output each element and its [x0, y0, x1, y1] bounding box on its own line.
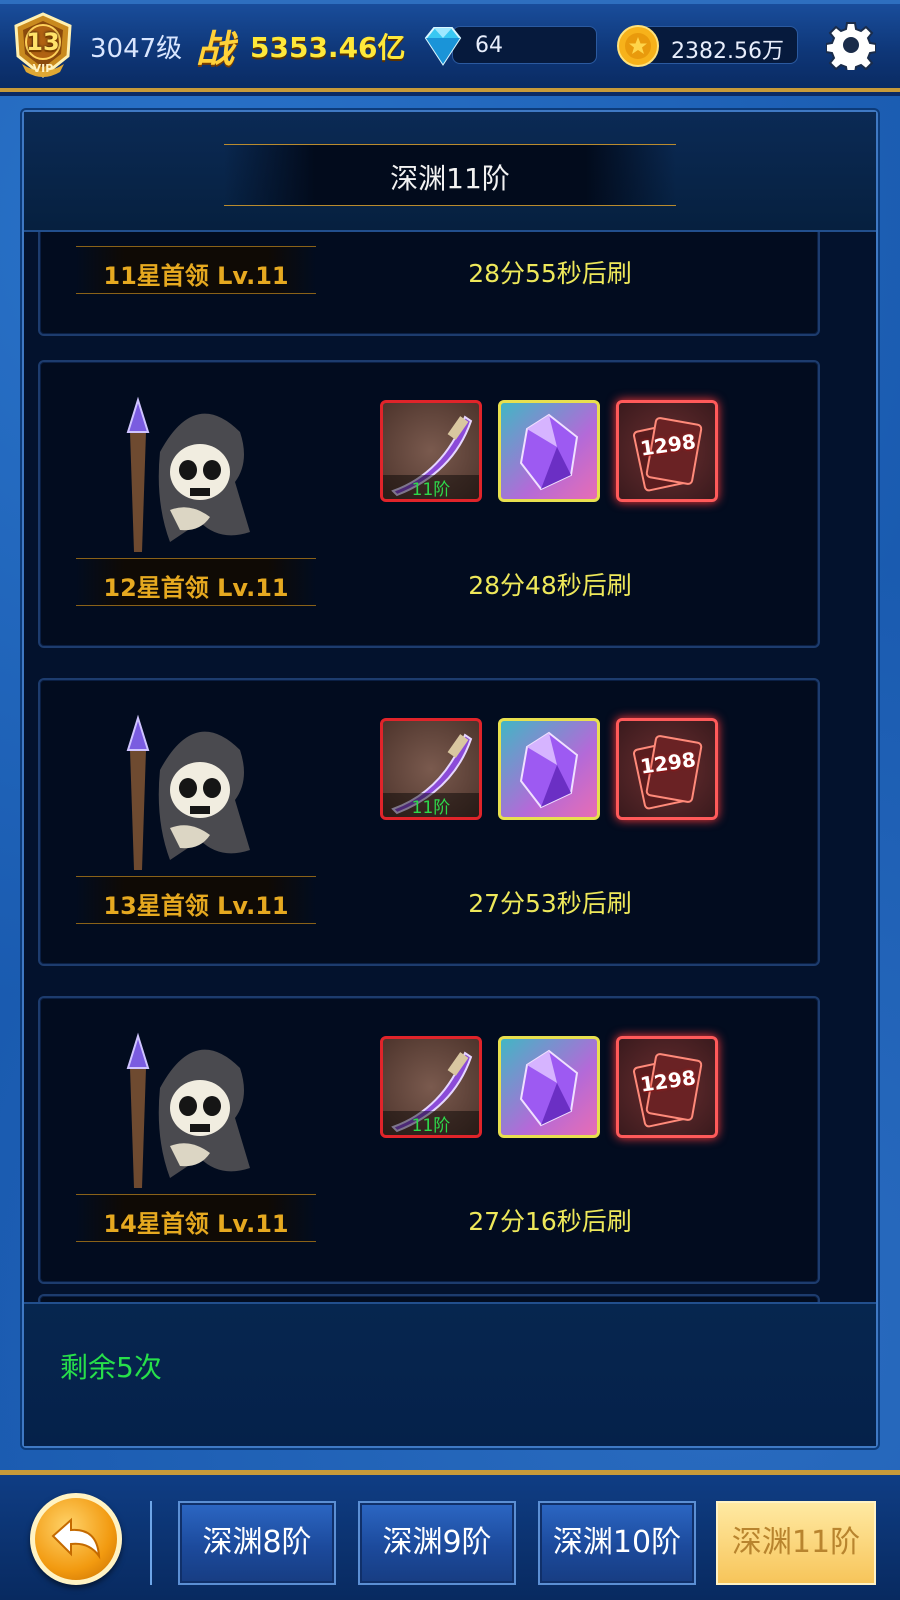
tier-tag: 11阶: [383, 475, 479, 499]
reaper-boss-portrait: [100, 1028, 270, 1198]
reaper-icon: [126, 1032, 250, 1188]
gem-value: 64: [475, 33, 503, 58]
refresh-timer: 27分16秒后刷: [468, 1207, 632, 1236]
boss-name: 14星首领 Lv.11: [103, 1210, 289, 1238]
combat-power: 5353.46亿: [250, 31, 406, 64]
boss-name: 11星首领 Lv.11: [103, 262, 289, 290]
top-status-bar: 13 VIP 3047级 战 5353.46亿 64 2382.56万: [0, 0, 900, 92]
purple-crystal-icon: [519, 413, 579, 491]
player-level: 3047级: [90, 34, 183, 64]
tab-divider: [150, 1501, 152, 1585]
reward-crystal[interactable]: [498, 1036, 600, 1138]
gold-value: 2382.56万: [671, 39, 784, 64]
tier-tag: 11阶: [383, 1111, 479, 1135]
reaper-icon: [126, 714, 250, 870]
title-plate: 深渊11阶: [224, 144, 676, 206]
reward-card-bundle[interactable]: 1298: [616, 718, 718, 820]
reaper-boss-portrait: [100, 710, 270, 880]
back-arrow-icon: [51, 1517, 101, 1560]
reward-weapon[interactable]: 11阶: [380, 400, 482, 502]
boss-name-plate: 12星首领 Lv.11: [76, 558, 316, 606]
purple-crystal-icon: [519, 731, 579, 809]
boss-name-plate: 13星首领 Lv.11: [76, 876, 316, 924]
vip-label: VIP: [32, 62, 54, 75]
gem-counter[interactable]: 64: [452, 26, 597, 64]
bottom-tab-bar: 深渊8阶 深渊9阶 深渊10阶 深渊11阶: [0, 1470, 900, 1600]
remaining-attempts: 剩余5次: [60, 1351, 162, 1384]
reward-card-bundle[interactable]: 1298: [616, 400, 718, 502]
boss-name: 13星首领 Lv.11: [103, 892, 289, 920]
boss-card[interactable]: 11阶 1298 14星首领 Lv.11 27分16秒后刷: [38, 996, 820, 1284]
reward-crystal[interactable]: [498, 718, 600, 820]
main-stage: 深渊11阶 11星首领 Lv.11 28分55秒后刷 11阶 1298 12星首…: [0, 96, 900, 1470]
panel-header: 深渊11阶: [24, 112, 876, 232]
reward-weapon[interactable]: 11阶: [380, 718, 482, 820]
purple-crystal-icon: [519, 1049, 579, 1127]
refresh-timer: 27分53秒后刷: [468, 889, 632, 918]
abyss-panel: 深渊11阶 11星首领 Lv.11 28分55秒后刷 11阶 1298 12星首…: [22, 110, 878, 1448]
reward-card-bundle[interactable]: 1298: [616, 1036, 718, 1138]
refresh-timer: 28分48秒后刷: [468, 571, 632, 600]
boss-list[interactable]: 11星首领 Lv.11 28分55秒后刷 11阶 1298 12星首领 Lv.1…: [24, 232, 876, 1302]
boss-name-plate: 11星首领 Lv.11: [76, 246, 316, 294]
reaper-icon: [126, 396, 250, 552]
reward-weapon[interactable]: 11阶: [380, 1036, 482, 1138]
settings-gear-icon[interactable]: [826, 20, 876, 70]
tab-abyss-11[interactable]: 深渊11阶: [716, 1501, 876, 1585]
diamond-icon: [424, 27, 462, 66]
vip-badge[interactable]: 13 VIP: [8, 12, 78, 78]
boss-card[interactable]: [38, 1294, 820, 1302]
reaper-boss-portrait: [100, 392, 270, 562]
tier-tag: 11阶: [383, 793, 479, 817]
gold-coin-icon: [617, 25, 659, 67]
vip-level: 13: [26, 28, 60, 56]
boss-card[interactable]: 11阶 1298 12星首领 Lv.11 28分48秒后刷: [38, 360, 820, 648]
boss-name-plate: 14星首领 Lv.11: [76, 1194, 316, 1242]
tab-abyss-10[interactable]: 深渊10阶: [538, 1501, 696, 1585]
gold-counter[interactable]: 2382.56万: [640, 26, 798, 64]
power-glyph: 战: [196, 26, 235, 71]
back-button[interactable]: [30, 1493, 122, 1585]
reward-crystal[interactable]: [498, 400, 600, 502]
tab-abyss-9[interactable]: 深渊9阶: [358, 1501, 516, 1585]
boss-card[interactable]: 11阶 1298 13星首领 Lv.11 27分53秒后刷: [38, 678, 820, 966]
boss-name: 12星首领 Lv.11: [103, 574, 289, 602]
refresh-timer: 28分55秒后刷: [468, 259, 632, 288]
panel-title: 深渊11阶: [390, 162, 510, 195]
panel-footer: 剩余5次: [24, 1302, 876, 1446]
boss-card[interactable]: 11星首领 Lv.11 28分55秒后刷: [38, 232, 820, 336]
tab-abyss-8[interactable]: 深渊8阶: [178, 1501, 336, 1585]
